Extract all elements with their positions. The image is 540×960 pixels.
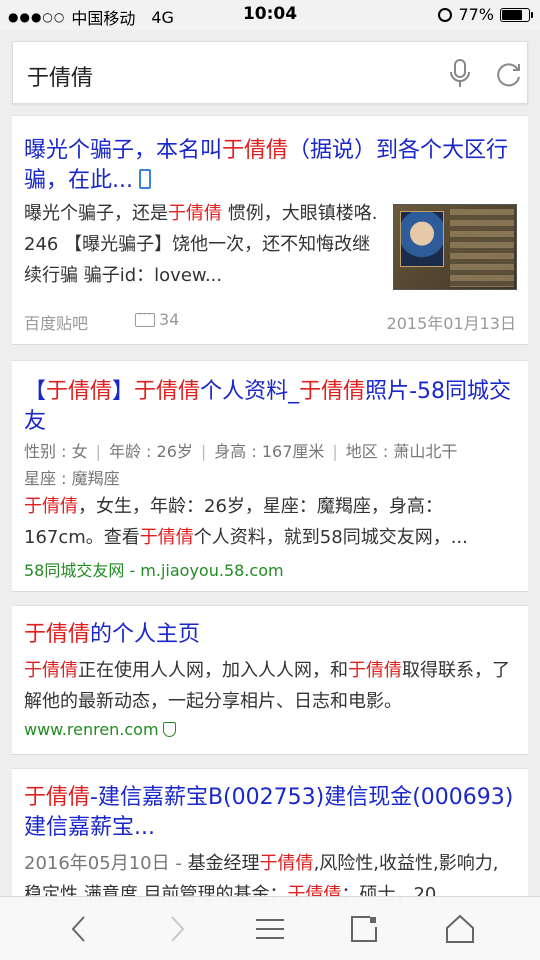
profile-meta: 性别 : 女 | 年龄 : 26岁 | 身高 : 167厘米 | 地区 : 萧山北干 星座 …	[24, 442, 458, 488]
result-title[interactable]: 于倩倩-建信嘉薪宝B(002753)建信现金(000693)建信嘉薪宝...	[24, 783, 516, 843]
battery-fill	[502, 9, 523, 20]
result-title[interactable]: 曝光个骗子，本名叫于倩倩（据说）到各个大区行骗，在此...	[24, 136, 516, 196]
menu-icon[interactable]	[254, 913, 286, 945]
comment-count[interactable]: 34	[135, 307, 179, 329]
result-card[interactable]: 【于倩倩】于倩倩个人资料_于倩倩照片-58同城交友 性别 : 女 | 年龄 : 26…	[12, 360, 528, 592]
mobile-icon	[138, 169, 151, 189]
result-snippet: 于倩倩，女生，年龄：26岁，星座：魔羯座，身高：167cm。查看于倩倩个人资料，…	[24, 496, 468, 548]
result-title[interactable]: 【于倩倩】于倩倩个人资料_于倩倩照片-58同城交友	[24, 377, 516, 437]
microphone-icon[interactable]	[448, 58, 472, 90]
refresh-icon[interactable]	[493, 58, 525, 90]
status-bar: ●●●○○ 中国移动 4G 10:04 77%	[0, 0, 540, 30]
character-portrait	[400, 211, 444, 267]
comment-icon	[135, 307, 155, 327]
home-icon[interactable]	[444, 913, 476, 945]
result-card[interactable]: 于倩倩的个人主页 于倩倩正在使用人人网，加入人人网，和于倩倩取得联系，了解他的最…	[12, 605, 528, 755]
result-snippet: 于倩倩正在使用人人网，加入人人网，和于倩倩取得联系，了解他的最新动态，一起分享相…	[24, 660, 510, 712]
result-card[interactable]: 于倩倩-建信嘉薪宝B(002753)建信现金(000693)建信嘉薪宝... 2…	[12, 768, 528, 908]
result-url[interactable]: www.renren.com	[24, 720, 176, 739]
forward-icon[interactable]	[160, 913, 192, 945]
search-bar[interactable]: 于倩倩	[12, 41, 528, 104]
result-snippet: 曝光个骗子，还是于倩倩 惯例，大眼镇楼咯. 246 【曝光骗子】饶他一次，还不知…	[24, 203, 378, 286]
back-icon[interactable]	[64, 913, 96, 945]
result-card[interactable]: 曝光个骗子，本名叫于倩倩（据说）到各个大区行骗，在此... 曝光个骗子，还是于倩…	[12, 115, 528, 345]
verified-shield-icon	[162, 722, 176, 737]
stats-panel	[450, 209, 514, 287]
alarm-icon	[438, 7, 453, 22]
search-input[interactable]: 于倩倩	[27, 60, 93, 92]
battery-percent: 77%	[458, 5, 494, 24]
result-thumbnail[interactable]	[393, 204, 517, 290]
result-date: 2015年01月13日	[386, 314, 516, 333]
battery-icon	[500, 7, 533, 22]
result-source: 百度贴吧	[24, 314, 89, 333]
browser-toolbar	[0, 896, 540, 960]
result-url[interactable]: 58同城交友网 - m.jiaoyou.58.com	[24, 557, 284, 581]
tabs-icon[interactable]	[348, 913, 380, 945]
result-title[interactable]: 于倩倩的个人主页	[24, 620, 200, 650]
